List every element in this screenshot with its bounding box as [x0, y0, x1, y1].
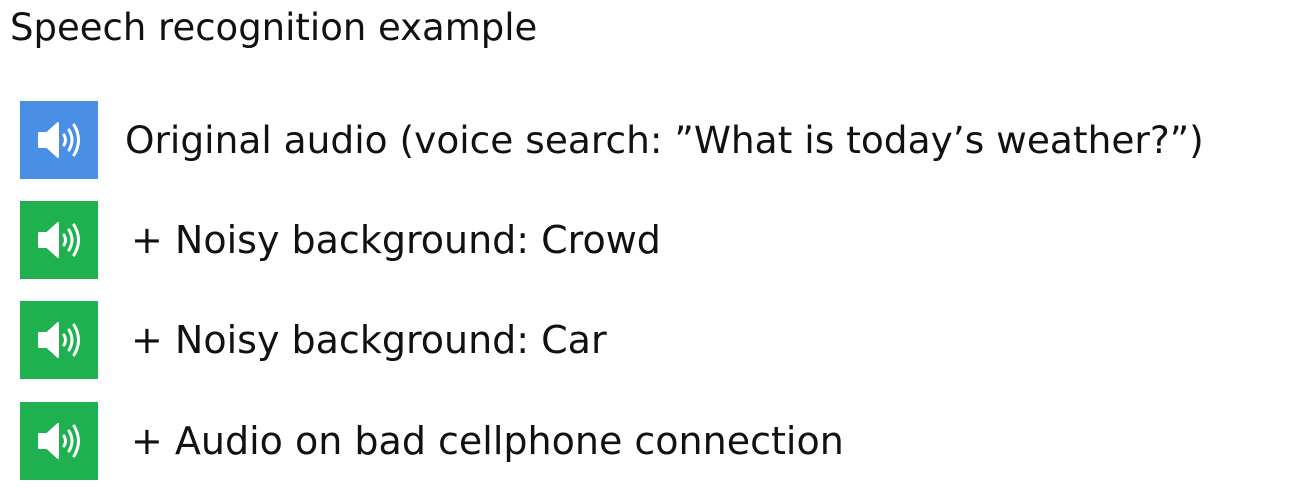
speaker-body: [38, 423, 59, 459]
sound-wave-3: [72, 424, 80, 458]
sound-wave-1: [62, 233, 67, 247]
speaker-icon: [38, 122, 80, 158]
speaker-body: [38, 322, 59, 358]
sound-wave-3: [72, 123, 80, 157]
audio-item-label: + Noisy background: Crowd: [131, 218, 661, 262]
speaker-body: [38, 222, 59, 258]
audio-item-original: Original audio (voice search: ”What is t…: [20, 100, 1204, 180]
sound-wave-2: [67, 429, 74, 453]
sound-wave-1: [62, 434, 67, 448]
audio-play-button[interactable]: [20, 101, 98, 179]
audio-item-label: + Audio on bad cellphone connection: [131, 419, 844, 463]
audio-item-label: Original audio (voice search: ”What is t…: [125, 118, 1204, 162]
audio-play-button[interactable]: [20, 402, 98, 480]
audio-play-button[interactable]: [20, 301, 98, 379]
sound-wave-3: [72, 323, 80, 357]
sound-wave-2: [67, 128, 74, 152]
sound-wave-2: [67, 328, 74, 352]
sound-wave-1: [62, 133, 67, 147]
speaker-icon: [38, 222, 80, 258]
audio-item-car: + Noisy background: Car: [20, 300, 607, 380]
speaker-icon: [38, 322, 80, 358]
speaker-body: [38, 122, 59, 158]
sound-wave-1: [62, 333, 67, 347]
page-title: Speech recognition example: [10, 6, 538, 49]
audio-item-label: + Noisy background: Car: [131, 318, 607, 362]
audio-play-button[interactable]: [20, 201, 98, 279]
audio-item-crowd: + Noisy background: Crowd: [20, 200, 661, 280]
sound-wave-3: [72, 223, 80, 257]
audio-item-cellphone: + Audio on bad cellphone connection: [20, 401, 844, 481]
speaker-icon: [38, 423, 80, 459]
sound-wave-2: [67, 228, 74, 252]
